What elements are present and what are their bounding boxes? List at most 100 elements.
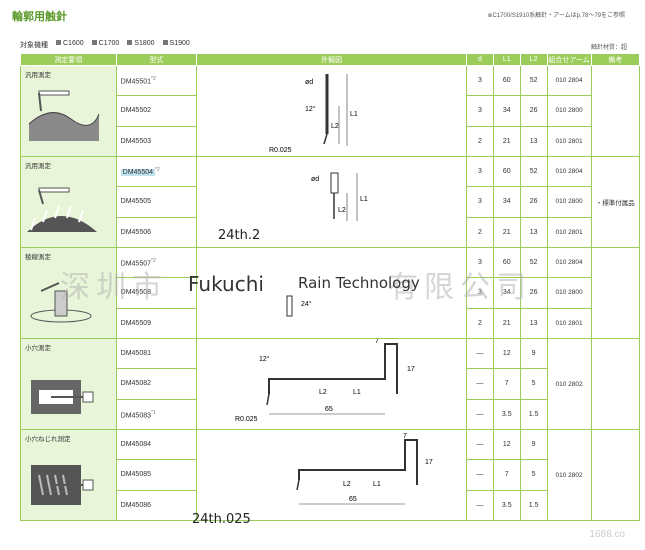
l1-cell: 60 [492, 155, 521, 188]
combo-cell: 010 2802 [546, 338, 592, 430]
col-combo: 組合せアーム [546, 53, 592, 66]
d-cell: — [465, 368, 494, 400]
remark-cell [590, 338, 641, 430]
model-cell: DM45504 *2 [115, 155, 198, 188]
top-note: ※C1700/S1910系触針・アームはp.78〜79をご参照 [487, 13, 625, 19]
model-cell: DM45082 [115, 368, 198, 400]
col-l2: L2 [519, 53, 548, 66]
col-l1: L1 [492, 53, 521, 66]
machine-item: S1800 [127, 40, 155, 50]
svg-text:L1: L1 [353, 389, 361, 396]
general-measure-icon [28, 90, 100, 141]
svg-text:ød: ød [311, 176, 319, 183]
url-watermark: 1688.co [589, 529, 625, 540]
combo-cell: 010 2800 [546, 186, 592, 218]
svg-text:L2: L2 [343, 481, 351, 488]
d-cell: 2 [465, 125, 494, 158]
model-cell: DM45506 [115, 216, 198, 249]
rain-technology-watermark: Rain Technology [298, 274, 420, 292]
combo-cell: 010 2801 [546, 216, 592, 249]
d-cell: — [465, 398, 494, 431]
l1-cell: 21 [492, 125, 521, 158]
table-row: 小穴測定 DM45081 7 17 12° L2 L1 65 R0.025 — … [20, 337, 641, 430]
l1-cell: 21 [492, 216, 521, 249]
category-cell: 小穴測定 [20, 338, 117, 430]
l2-cell: 1.5 [519, 489, 548, 522]
model-cell: DM45502 [115, 95, 198, 127]
stylus-drawing: ød 12° L2 L1 R0.025 [269, 74, 358, 154]
svg-text:L2: L2 [338, 207, 346, 214]
model-cell: DM45083*1 [115, 398, 198, 431]
chinese-watermark: 深圳市 有限公司 [60, 270, 532, 305]
l1-cell: 3.5 [492, 398, 521, 431]
l1-cell: 34 [492, 95, 521, 127]
l1-cell: 21 [492, 307, 521, 340]
l2-cell: 9 [519, 337, 548, 370]
l1-cell: 3.5 [492, 489, 521, 522]
remark-cell [590, 429, 641, 521]
svg-text:L1: L1 [350, 111, 358, 118]
gear-measure-icon [27, 187, 97, 232]
svg-text:R0.025: R0.025 [235, 416, 258, 423]
svg-text:7: 7 [403, 433, 407, 440]
svg-text:R0.025: R0.025 [269, 147, 292, 154]
model-cell: DM45081 [115, 337, 198, 370]
d-cell: 3 [465, 186, 494, 218]
svg-text:L1: L1 [360, 196, 368, 203]
l2-cell: 13 [519, 216, 548, 249]
d-cell: — [465, 337, 494, 370]
table-row: 汎用測定 DM45501*2 ød 12° L2 L1 R0.025 3 60 … [20, 64, 641, 157]
d-cell: 2 [465, 307, 494, 340]
l2-cell: 9 [519, 428, 548, 461]
machine-item: C1700 [91, 40, 119, 50]
model-cell: DM45505 [115, 186, 198, 218]
col-figure: 外観図 [196, 53, 467, 66]
combo-cell: 010 2802 [546, 429, 592, 521]
l2-cell: 52 [519, 64, 548, 97]
combo-cell: 010 2801 [546, 307, 592, 340]
svg-text:12°: 12° [305, 105, 316, 113]
remark-cell [590, 65, 641, 157]
l2-cell: 1.5 [519, 398, 548, 431]
remark-cell: ・標準付属品 [590, 156, 641, 248]
d-cell: 3 [465, 95, 494, 127]
model-cell: DM45503 [115, 125, 198, 158]
combo-cell: 010 2804 [546, 64, 592, 97]
overlay-label: 24th.2 [218, 228, 261, 243]
stylus-drawing: 7 17 L2 L1 65 [295, 433, 433, 505]
svg-text:L1: L1 [373, 481, 381, 488]
model-cell: DM45084 [115, 428, 198, 461]
figure-cell: 7 17 L2 L1 65 [196, 429, 467, 521]
machine-item: S1900 [162, 40, 190, 50]
svg-text:17: 17 [425, 459, 433, 466]
col-model: 型式 [115, 53, 198, 66]
l1-cell: 60 [492, 64, 521, 97]
fukuchi-watermark: Fukuchi [188, 272, 264, 296]
l2-cell: 26 [519, 186, 548, 218]
stylus-drawing: 7 17 12° L2 L1 65 R0.025 [235, 338, 415, 423]
svg-text:7: 7 [375, 339, 379, 345]
l1-cell: 34 [492, 186, 521, 218]
l1-cell: 12 [492, 428, 521, 461]
svg-text:ød: ød [305, 79, 313, 86]
d-cell: 3 [465, 155, 494, 188]
svg-text:12°: 12° [259, 355, 270, 363]
small-hole-icon [31, 380, 94, 414]
l2-cell: 5 [519, 368, 548, 400]
d-cell: 3 [465, 64, 494, 97]
col-d: d [465, 53, 494, 66]
l2-cell: 13 [519, 125, 548, 158]
machines-label: 対象機種 [20, 42, 48, 49]
combo-cell: 010 2800 [546, 95, 592, 127]
page-title: 輪郭用触針 [12, 11, 67, 23]
l1-cell: 7 [492, 368, 521, 400]
col-method: 測定要領 [20, 53, 117, 66]
d-cell: — [465, 459, 494, 491]
thread-hole-icon [31, 465, 94, 505]
figure-cell: 7 17 12° L2 L1 65 R0.025 [196, 338, 467, 430]
machine-item: C1600 [56, 40, 84, 50]
l1-cell: 7 [492, 459, 521, 491]
model-cell: DM45085 [115, 459, 198, 491]
model-cell: DM45501*2 [115, 64, 198, 97]
l2-cell: 13 [519, 307, 548, 340]
